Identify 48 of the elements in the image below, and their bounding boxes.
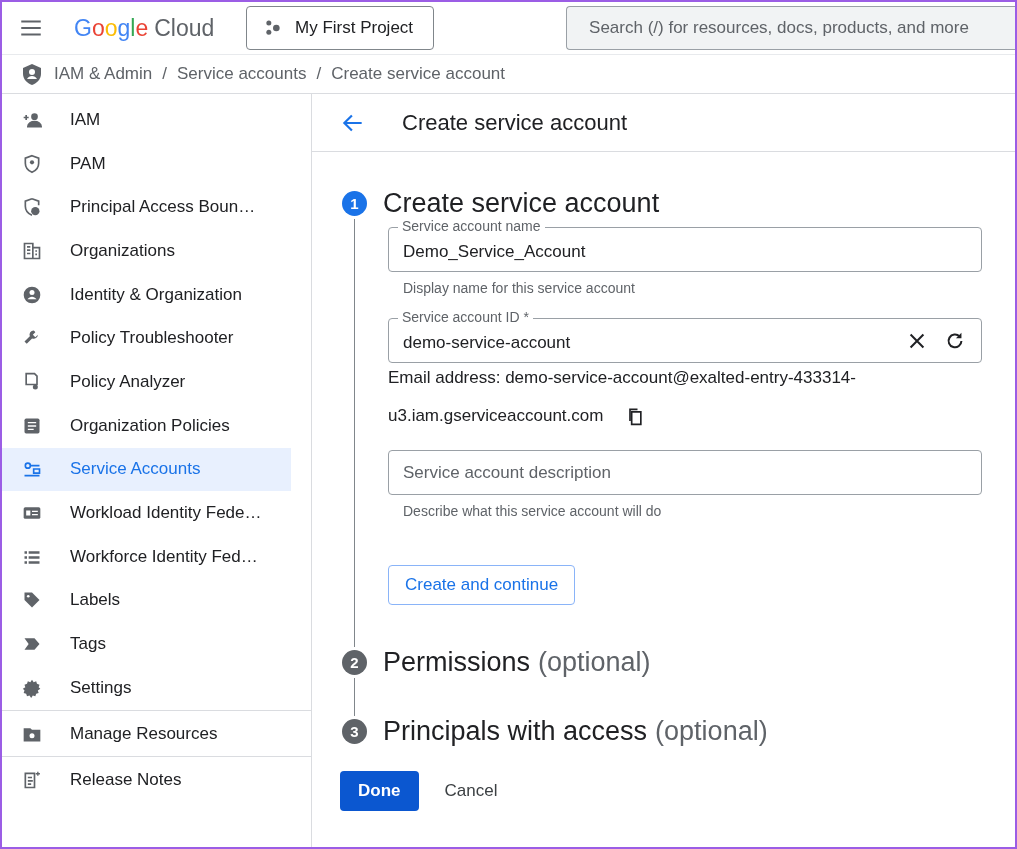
breadcrumb-separator: / (162, 64, 167, 84)
field-hint: Display name for this service account (403, 280, 636, 296)
step-number: 1 (342, 191, 367, 216)
sidebar-item[interactable]: Settings (2, 665, 291, 710)
sidebar-item[interactable]: Manage Resources (2, 710, 311, 756)
breadcrumb-link[interactable]: Service accounts (177, 64, 307, 84)
project-dots-icon (263, 18, 283, 38)
sidebar-item[interactable]: Workforce Identity Fed… (2, 534, 291, 579)
sidebar-item[interactable]: Policy Analyzer (2, 360, 291, 404)
project-picker[interactable]: My First Project (246, 6, 435, 50)
breadcrumb-link[interactable]: Create service account (331, 64, 506, 84)
search-field[interactable]: Search (/) for resources, docs, products, and more (566, 6, 1015, 50)
field-label: Service account name (398, 218, 545, 234)
cancel-button[interactable]: Cancel (442, 771, 500, 811)
create-and-continue-button[interactable]: Create and continue (388, 565, 576, 605)
sidebar-item[interactable]: Identity & Organization (2, 272, 291, 317)
step-number: 3 (342, 719, 367, 744)
building-icon (22, 240, 42, 261)
sidebar-item[interactable]: Labels (2, 578, 291, 623)
sidebar-item[interactable]: Service Accounts (2, 447, 291, 492)
sidebar-item[interactable]: Release Notes (2, 756, 311, 802)
sidebar-item[interactable]: Tags (2, 622, 291, 666)
step-title: Permissions (optional) (383, 647, 651, 678)
field-label: Service account ID * (398, 309, 533, 325)
sidebar-item[interactable]: Organization Policies (2, 403, 291, 448)
field-hint: Describe what this service account will do (403, 503, 663, 519)
done-button[interactable]: Done (340, 771, 419, 811)
notes-icon (22, 769, 42, 790)
sidebar-item[interactable]: Workload Identity Fede… (2, 491, 291, 535)
email-address: u3.iam.gserviceaccount.com (388, 406, 604, 426)
breadcrumb-link[interactable]: IAM & Admin (54, 64, 153, 84)
settings-icon (22, 677, 42, 698)
sidebar-item[interactable]: Organizations (2, 229, 291, 273)
page-title: Create service account (402, 109, 627, 136)
account-icon (22, 284, 42, 305)
sidebar-item[interactable]: Principal Access Boun… (2, 185, 291, 230)
step-title: Create service account (383, 188, 660, 219)
shield-icon (22, 153, 42, 174)
sidebar-item[interactable]: Policy Troubleshooter (2, 316, 291, 361)
logo[interactable]: Google Cloud (74, 14, 234, 42)
step-number: 2 (342, 650, 367, 675)
breadcrumb-separator: / (316, 64, 322, 84)
step-title: Principals with access (optional) (383, 716, 768, 747)
sidebar-item[interactable]: IAM (2, 98, 291, 142)
description-field[interactable]: Service account description (388, 450, 982, 495)
email-address: Email address: demo-service-account@exalted-entry-433314- (388, 368, 857, 388)
sidebar-item[interactable]: PAM (2, 141, 291, 186)
shield-icon (20, 62, 44, 86)
